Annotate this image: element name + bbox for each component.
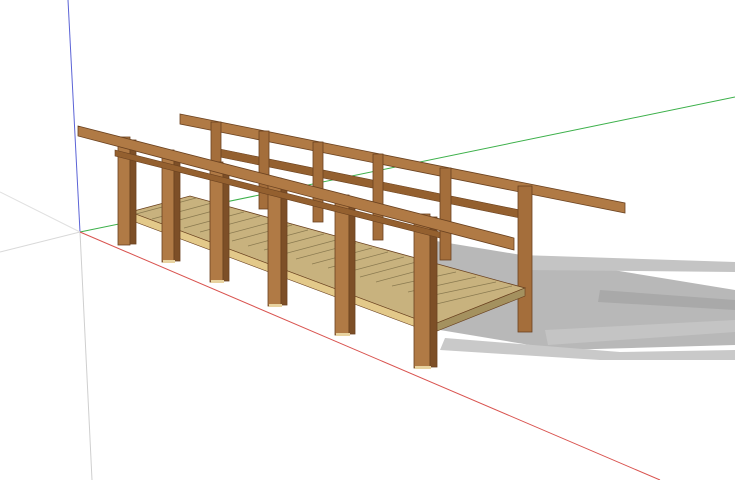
back-post: [517, 185, 533, 333]
back-post: [439, 167, 452, 261]
model-viewport[interactable]: [0, 0, 735, 480]
back-handrail: [179, 113, 626, 219]
front-post: [413, 213, 438, 369]
axis-blue-line: [67, 0, 81, 233]
back-post: [372, 153, 384, 241]
axis-gray-back: [0, 191, 81, 233]
back-post: [258, 130, 270, 210]
back-post: [312, 141, 324, 223]
axis-gray-up: [79, 231, 93, 480]
model-axes: [0, 0, 735, 480]
axis-gray-left: [0, 231, 81, 253]
